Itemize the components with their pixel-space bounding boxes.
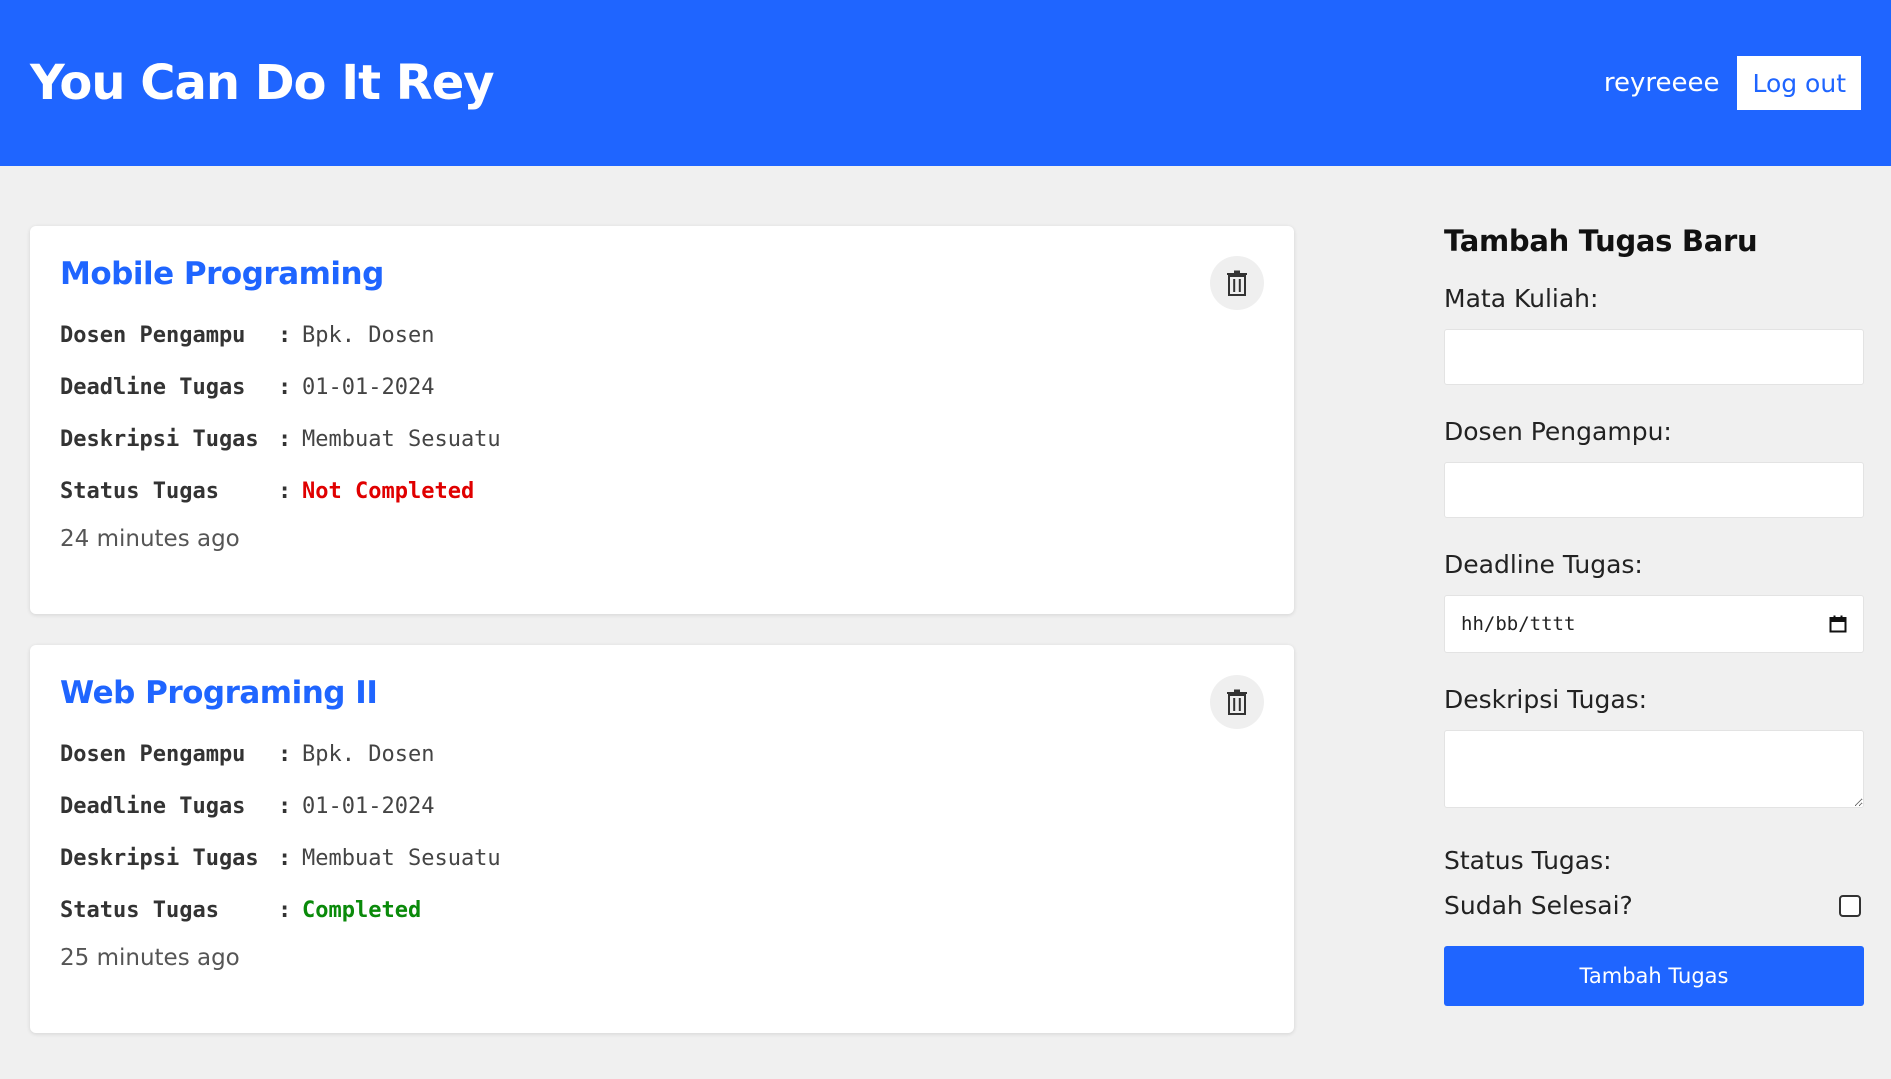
task-title: Web Programing II <box>60 675 378 711</box>
deskripsi-textarea[interactable] <box>1444 730 1864 808</box>
deskripsi-label: Deskripsi Tugas: <box>1444 685 1648 714</box>
separator: : <box>278 846 292 871</box>
task-deadline-label: Deadline Tugas <box>60 375 246 400</box>
username: reyreeee <box>1603 68 1720 98</box>
deadline-label: Deadline Tugas: <box>1444 550 1643 579</box>
form-heading: Tambah Tugas Baru <box>1444 224 1758 258</box>
separator: : <box>278 742 292 767</box>
task-time-ago: 25 minutes ago <box>60 945 240 971</box>
calendar-icon[interactable] <box>1829 615 1847 633</box>
task-deadline-row: Deadline Tugas:01-01-2024 <box>60 362 1264 414</box>
separator: : <box>278 898 292 923</box>
task-status-value: Completed <box>302 898 422 923</box>
task-time-ago: 24 minutes ago <box>60 526 240 552</box>
task-desc-row: Deskripsi Tugas: Membuat Sesuatu <box>60 414 1264 466</box>
tambah-tugas-button[interactable]: Tambah Tugas <box>1444 946 1864 1006</box>
mata-kuliah-input[interactable] <box>1444 329 1864 385</box>
task-deadline-label: Deadline Tugas <box>60 794 246 819</box>
task-desc-value: Membuat Sesuatu <box>302 846 501 871</box>
separator: : <box>278 427 292 452</box>
task-card: Mobile Programing Dosen Pengampu: Bpk. Do… <box>30 226 1294 614</box>
task-desc-label: Deskripsi Tugas <box>60 427 259 452</box>
app-header: You Can Do It Rey reyreeee Log out <box>0 0 1891 166</box>
trash-icon <box>1227 689 1247 715</box>
separator: : <box>278 479 292 504</box>
deadline-date-input[interactable]: hh/bb/tttt <box>1444 595 1864 653</box>
task-status-row: Status Tugas: Completed <box>60 885 1264 937</box>
separator: : <box>278 375 292 400</box>
delete-task-button[interactable] <box>1210 256 1264 310</box>
separator: : <box>278 794 292 819</box>
sudah-selesai-label: Sudah Selesai? <box>1444 891 1633 920</box>
separator: : <box>278 323 292 348</box>
task-deadline-value: 01-01-2024 <box>302 794 435 819</box>
task-desc-label: Deskripsi Tugas <box>60 846 259 871</box>
mata-kuliah-label: Mata Kuliah: <box>1444 284 1599 313</box>
task-deadline-value: 01-01-2024 <box>302 375 435 400</box>
task-status-label: Status Tugas <box>60 898 219 923</box>
dosen-pengampu-label: Dosen Pengampu: <box>1444 417 1672 446</box>
dosen-pengampu-input[interactable] <box>1444 462 1864 518</box>
task-dosen-value: Bpk. Dosen <box>302 742 435 767</box>
task-status-label: Status Tugas <box>60 479 219 504</box>
task-card: Web Programing II Dosen Pengampu: Bpk. Do… <box>30 645 1294 1033</box>
app-title: You Can Do It Rey <box>30 55 495 111</box>
sudah-selesai-checkbox[interactable] <box>1839 894 1861 917</box>
task-deadline-row: Deadline Tugas:01-01-2024 <box>60 781 1264 833</box>
task-title: Mobile Programing <box>60 256 384 292</box>
task-dosen-row: Dosen Pengampu: Bpk. Dosen <box>60 310 1264 362</box>
status-tugas-label: Status Tugas: <box>1444 846 1612 875</box>
task-status-value: Not Completed <box>302 479 475 504</box>
trash-icon <box>1227 270 1247 296</box>
deadline-placeholder: hh/bb/tttt <box>1461 613 1576 635</box>
task-dosen-label: Dosen Pengampu <box>60 323 246 348</box>
task-desc-value: Membuat Sesuatu <box>302 427 501 452</box>
task-dosen-value: Bpk. Dosen <box>302 323 435 348</box>
task-dosen-row: Dosen Pengampu: Bpk. Dosen <box>60 729 1264 781</box>
task-status-row: Status Tugas: Not Completed <box>60 466 1264 518</box>
task-desc-row: Deskripsi Tugas: Membuat Sesuatu <box>60 833 1264 885</box>
logout-button[interactable]: Log out <box>1737 56 1861 110</box>
delete-task-button[interactable] <box>1210 675 1264 729</box>
task-dosen-label: Dosen Pengampu <box>60 742 246 767</box>
add-task-form: Tambah Tugas Baru Mata Kuliah: Dosen Pen… <box>1444 224 1864 1006</box>
user-area: reyreeee Log out <box>1604 56 1861 110</box>
sudah-selesai-row: Sudah Selesai? <box>1444 891 1864 920</box>
